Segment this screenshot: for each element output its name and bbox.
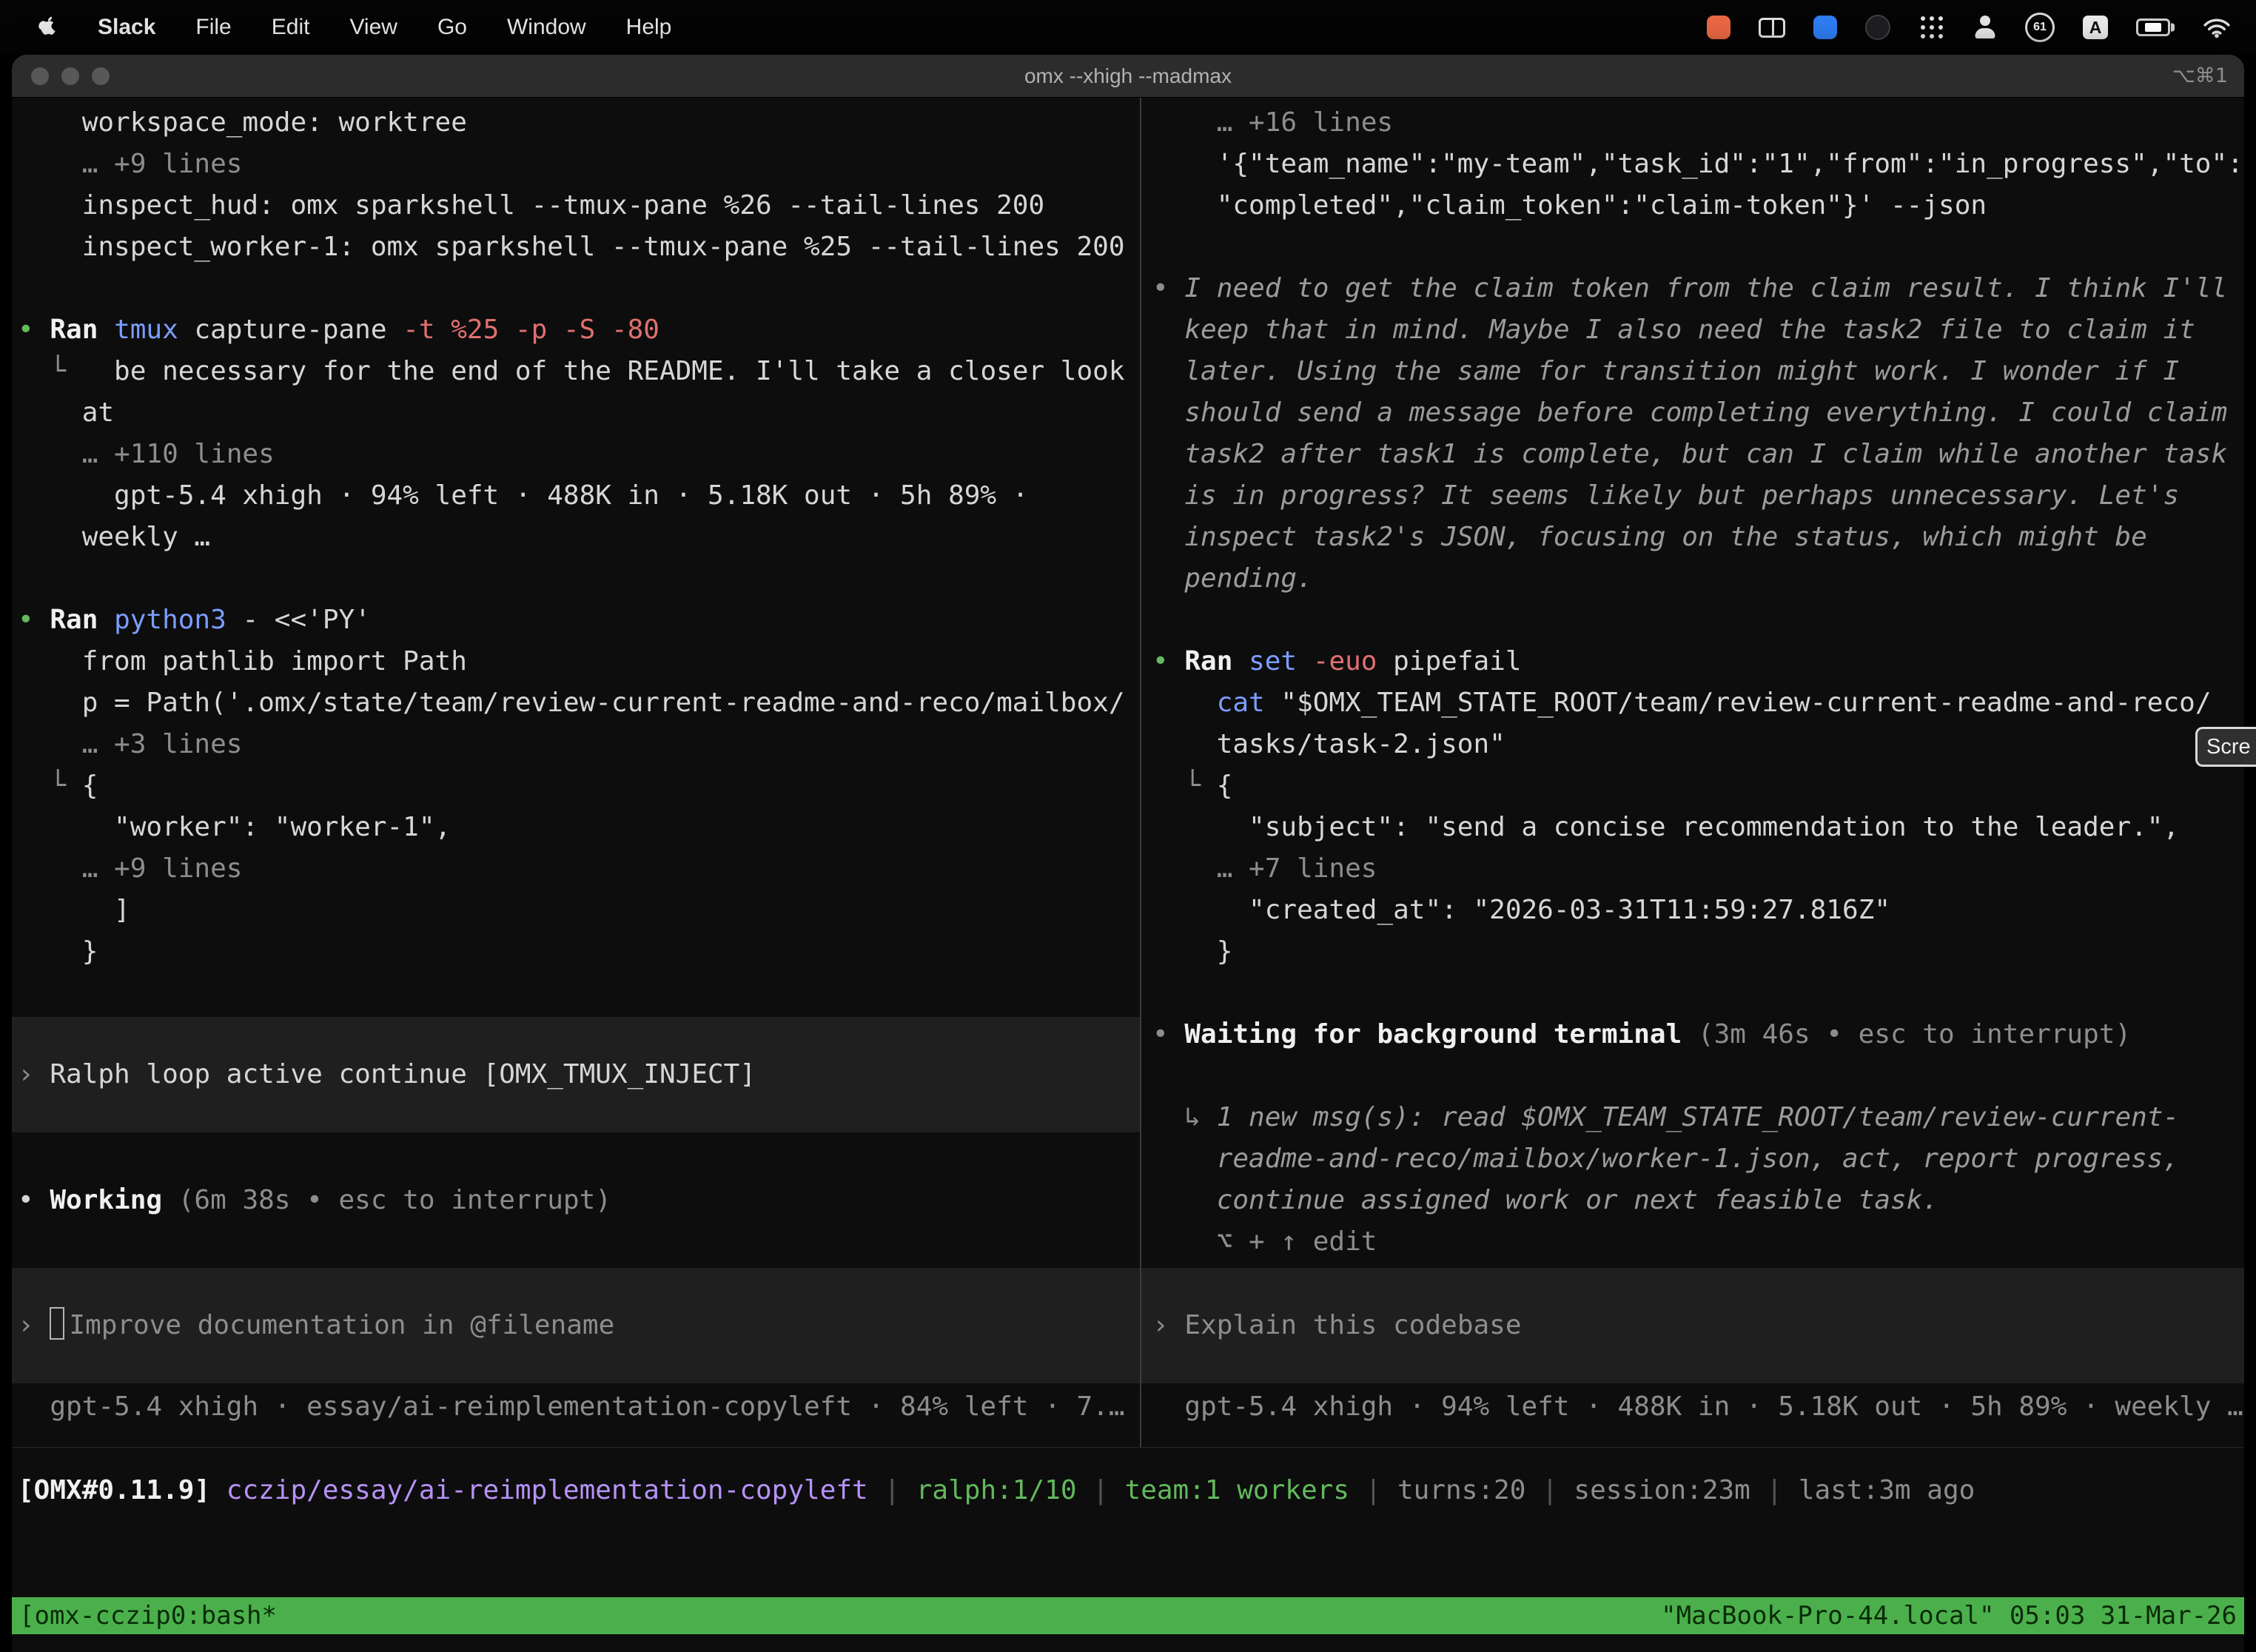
terminal-blank-line — [18, 973, 1140, 1014]
menu-file[interactable]: File — [195, 15, 231, 40]
screen-recording-icon[interactable] — [1707, 16, 1730, 39]
terminal-line: } — [18, 931, 1140, 973]
wifi-icon[interactable] — [2203, 16, 2231, 38]
blue-app-icon[interactable] — [1813, 16, 1837, 39]
terminal-pane-left[interactable]: workspace_mode: worktree … +9 lines insp… — [12, 98, 1140, 1447]
terminal-line: "subject": "send a concise recommendatio… — [1152, 807, 2244, 848]
terminal-line: … +9 lines — [18, 144, 1140, 185]
terminal-line: gpt-5.4 xhigh · 94% left · 488K in · 5.1… — [18, 475, 1140, 517]
close-button[interactable] — [31, 67, 49, 85]
terminal-line: } — [1152, 931, 2244, 973]
menu-items: Slack File Edit View Go Window Help — [98, 15, 671, 40]
prompt-input[interactable]: › Improve documentation in @filename — [12, 1268, 1140, 1383]
battery-icon[interactable] — [2136, 19, 2170, 36]
terminal-blank-line — [18, 268, 1140, 309]
input-source-icon[interactable]: A — [2083, 16, 2108, 39]
terminal-line: "created_at": "2026-03-31T11:59:27.816Z" — [1152, 890, 2244, 931]
terminal-line: └ be necessary for the end of the README… — [18, 351, 1140, 392]
terminal-line: p = Path('.omx/state/team/review-current… — [18, 682, 1140, 724]
terminal-line: task2 after task1 is complete, but can I… — [1152, 434, 2244, 475]
terminal-line: '{"team_name":"my-team","task_id":"1","f… — [1152, 144, 2244, 185]
menu-edit[interactable]: Edit — [272, 15, 310, 40]
menu-bar: Slack File Edit View Go Window Help 61 A — [0, 0, 2256, 55]
window-tiling-icon[interactable] — [1759, 18, 1785, 38]
terminal-line: cat "$OMX_TEAM_STATE_ROOT/team/review-cu… — [1152, 682, 2244, 724]
terminal-line: weekly … — [18, 517, 1140, 558]
terminal-line: tasks/task-2.json" — [1152, 724, 2244, 765]
tmux-host-clock: "MacBook-Pro-44.local" 05:03 31-Mar-26 — [1661, 1597, 2237, 1634]
menu-view[interactable]: View — [349, 15, 397, 40]
terminal-blank-line — [18, 1132, 1140, 1174]
terminal-line: workspace_mode: worktree — [18, 102, 1140, 144]
terminal-line: • Ran python3 - <<'PY' — [18, 600, 1140, 641]
terminal-line: inspect_worker-1: omx sparkshell --tmux-… — [18, 226, 1140, 268]
terminal-line: • I need to get the claim token from the… — [1152, 268, 2244, 309]
prompt-input[interactable]: › Ralph loop active continue [OMX_TMUX_I… — [12, 1017, 1140, 1132]
terminal-blank-line — [1152, 600, 2244, 641]
terminal-line: inspect task2's JSON, focusing on the st… — [1152, 517, 2244, 558]
window-title: omx --xhigh --madmax — [12, 64, 2244, 88]
terminal-line: ] — [18, 890, 1140, 931]
terminal-line: should send a message before completing … — [1152, 392, 2244, 434]
tmux-session-window: [omx-cczip0:bash* — [19, 1597, 277, 1634]
input-source-label: A — [2089, 18, 2102, 38]
text-cursor — [50, 1307, 64, 1340]
terminal-line: readme-and-reco/mailbox/worker-1.json, a… — [1152, 1138, 2244, 1180]
terminal-line: later. Using the same for transition mig… — [1152, 351, 2244, 392]
terminal-line: gpt-5.4 xhigh · essay/ai-reimplementatio… — [18, 1386, 1140, 1428]
terminal-window: omx --xhigh --madmax ⌥⌘1 workspace_mode:… — [12, 55, 2244, 1652]
terminal-line: ↳ 1 new msg(s): read $OMX_TEAM_STATE_ROO… — [1152, 1097, 2244, 1138]
terminal-line: ⌥ + ↑ edit — [1152, 1221, 2244, 1263]
terminal-line: "worker": "worker-1", — [18, 807, 1140, 848]
terminal-line: continue assigned work or next feasible … — [1152, 1180, 2244, 1221]
terminal-line: • Ran tmux capture-pane -t %25 -p -S -80 — [18, 309, 1140, 351]
app-grid-icon[interactable] — [1918, 14, 1945, 41]
terminal-line: at — [18, 392, 1140, 434]
minimize-button[interactable] — [61, 67, 79, 85]
terminal-blank-line — [1152, 1055, 2244, 1097]
prompt-input[interactable]: › Explain this codebase — [1141, 1268, 2244, 1383]
terminal-empty-area — [12, 1511, 2244, 1597]
tmux-status-bar: [omx-cczip0:bash* "MacBook-Pro-44.local"… — [12, 1597, 2244, 1634]
terminal-line: from pathlib import Path — [18, 641, 1140, 682]
terminal-blank-line — [1152, 973, 2244, 1014]
zoom-button[interactable] — [92, 67, 110, 85]
terminal-line: └ { — [1152, 765, 2244, 807]
window-shortcut-hint: ⌥⌘1 — [2172, 64, 2228, 87]
terminal-line: pending. — [1152, 558, 2244, 600]
terminal-line: … +110 lines — [18, 434, 1140, 475]
apple-menu-icon[interactable] — [38, 16, 58, 38]
omx-status-line: [OMX#0.11.9] cczip/essay/ai-reimplementa… — [12, 1448, 2244, 1511]
terminal-line: • Waiting for background terminal (3m 46… — [1152, 1014, 2244, 1055]
terminal-line: • Working (6m 38s • esc to interrupt) — [18, 1180, 1140, 1221]
menu-help[interactable]: Help — [626, 15, 672, 40]
terminal-line: "completed","claim_token":"claim-token"}… — [1152, 185, 2244, 226]
tmux-panes: workspace_mode: worktree … +9 lines insp… — [12, 98, 2244, 1448]
terminal-line: gpt-5.4 xhigh · 94% left · 488K in · 5.1… — [1152, 1386, 2244, 1428]
terminal-line: • Ran set -euo pipefail — [1152, 641, 2244, 682]
menu-go[interactable]: Go — [437, 15, 467, 40]
person-icon[interactable] — [1973, 15, 1997, 40]
terminal-line: … +7 lines — [1152, 848, 2244, 890]
dark-app-icon[interactable] — [1865, 15, 1890, 40]
menu-slack[interactable]: Slack — [98, 15, 155, 40]
menu-window[interactable]: Window — [507, 15, 586, 40]
terminal-line: … +16 lines — [1152, 102, 2244, 144]
battery-ring-icon[interactable]: 61 — [2025, 13, 2055, 42]
terminal-line: └ { — [18, 765, 1140, 807]
screen-popover[interactable]: Scre — [2195, 727, 2256, 767]
terminal-blank-line — [1152, 226, 2244, 268]
terminal-blank-line — [18, 558, 1140, 600]
screen-popover-label: Scre — [2206, 735, 2251, 759]
window-titlebar[interactable]: omx --xhigh --madmax ⌥⌘1 — [12, 55, 2244, 98]
terminal-line: keep that in mind. Maybe I also need the… — [1152, 309, 2244, 351]
terminal-line: … +9 lines — [18, 848, 1140, 890]
battery-ring-value: 61 — [2033, 21, 2047, 34]
terminal-line: inspect_hud: omx sparkshell --tmux-pane … — [18, 185, 1140, 226]
terminal-pane-right[interactable]: … +16 lines '{"team_name":"my-team","tas… — [1141, 98, 2244, 1447]
terminal-line: is in progress? It seems likely but perh… — [1152, 475, 2244, 517]
terminal-line: … +3 lines — [18, 724, 1140, 765]
